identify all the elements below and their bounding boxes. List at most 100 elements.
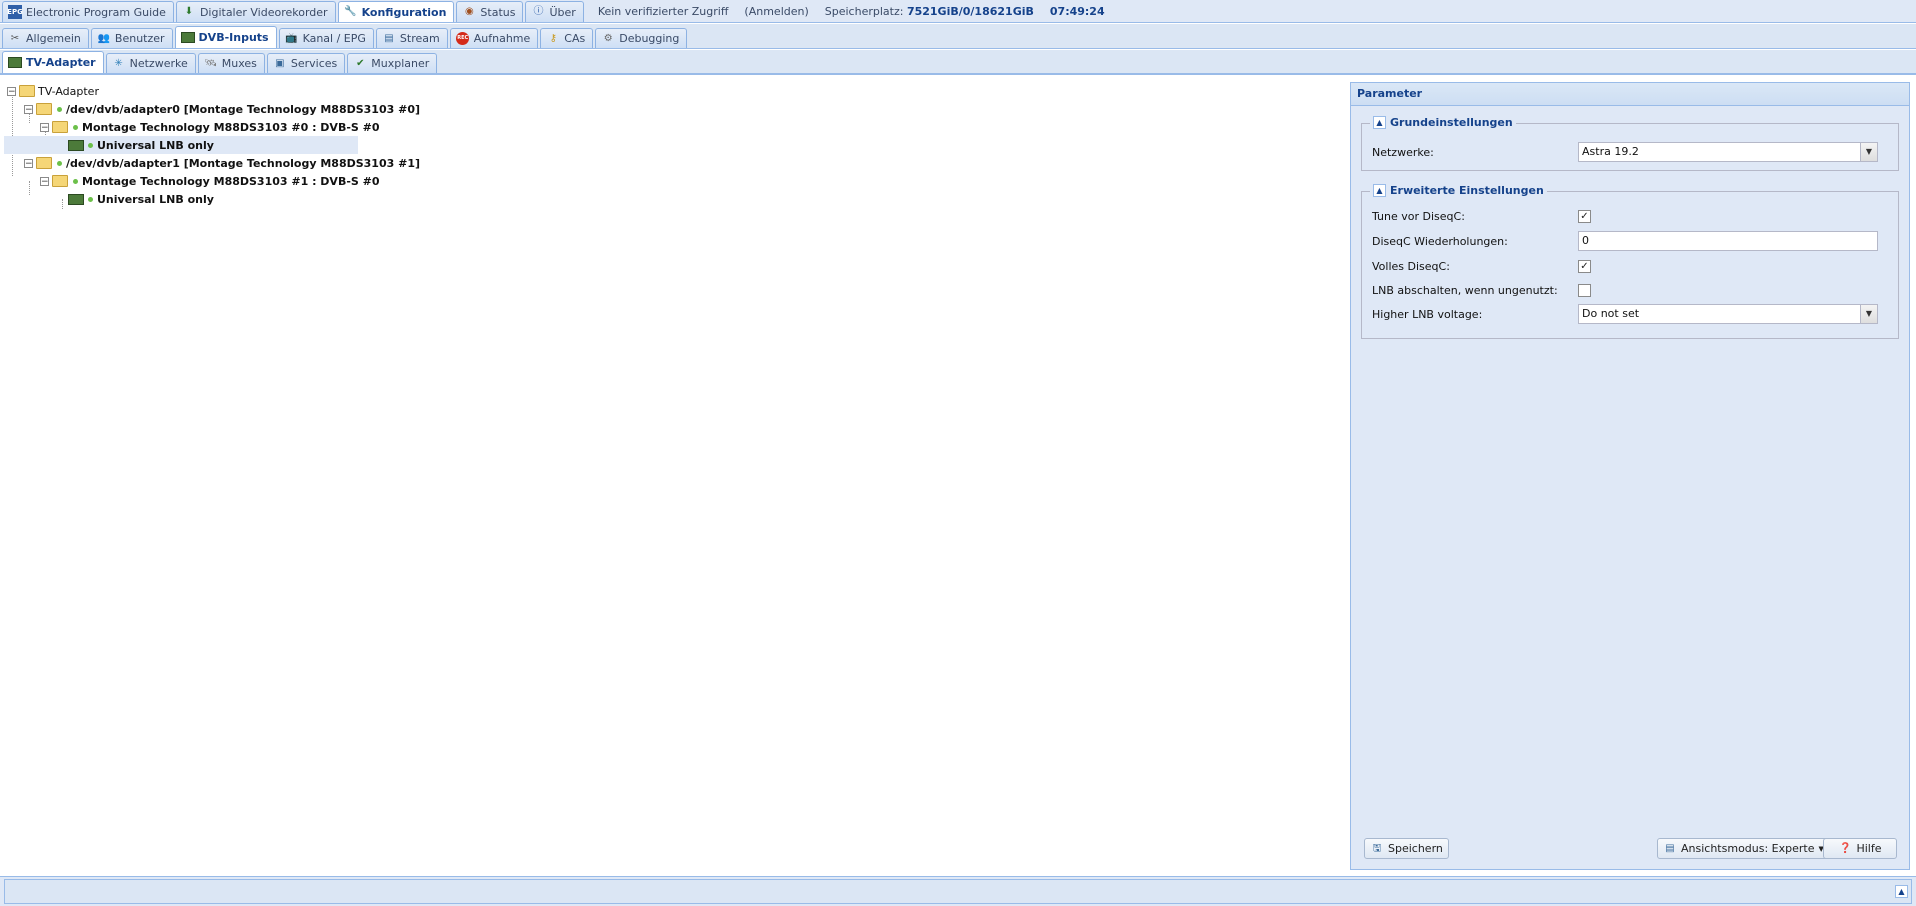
collapse-icon[interactable]: − bbox=[40, 122, 49, 132]
tree-node-lnb0[interactable]: Universal LNB only bbox=[4, 136, 358, 154]
tab-channel-epg[interactable]: 📺 Kanal / EPG bbox=[278, 28, 374, 48]
tab-label: Services bbox=[290, 57, 338, 70]
save-icon: 🖫 bbox=[1372, 842, 1382, 854]
tab-label: Über bbox=[549, 5, 576, 19]
collapse-icon[interactable]: − bbox=[24, 158, 33, 168]
node-label: TV-Adapter bbox=[38, 84, 99, 98]
tab-label: Electronic Program Guide bbox=[26, 5, 166, 19]
eye-icon: ◉ bbox=[465, 6, 474, 17]
login-link[interactable]: (Anmelden) bbox=[744, 5, 808, 18]
tab-label: Allgemein bbox=[26, 32, 81, 45]
collapse-icon[interactable]: − bbox=[40, 176, 49, 186]
status-dot-icon bbox=[73, 124, 78, 130]
collapse-up-icon[interactable]: ▲ bbox=[1373, 116, 1386, 129]
tab-tv-adapter[interactable]: TV-Adapter bbox=[2, 51, 104, 73]
node-label: Montage Technology M88DS3103 #1 : DVB-S … bbox=[82, 174, 380, 188]
tree-connector bbox=[12, 91, 13, 176]
tab-dvr[interactable]: ⬇ Digitaler Videorekorder bbox=[175, 1, 336, 22]
tab-debugging[interactable]: ⚙ Debugging bbox=[595, 28, 688, 48]
tab-label: Konfiguration bbox=[361, 5, 447, 19]
expand-up-icon[interactable]: ▲ bbox=[1895, 885, 1908, 898]
node-label: /dev/dvb/adapter1 [Montage Technology M8… bbox=[66, 156, 420, 170]
folder-icon bbox=[52, 175, 68, 187]
tune-before-diseqc-checkbox[interactable]: ✓ bbox=[1578, 209, 1591, 223]
tab-label: Debugging bbox=[619, 32, 680, 45]
bottom-log-bar: ▲ bbox=[0, 876, 1916, 906]
collapse-up-icon[interactable]: ▲ bbox=[1373, 184, 1386, 197]
tv-card-icon bbox=[8, 56, 22, 70]
satellite-icon: 🛰 bbox=[204, 57, 218, 69]
tree-connector bbox=[29, 181, 30, 195]
access-status: Kein verifizierter Zugriff bbox=[597, 4, 729, 18]
chevron-down-icon[interactable]: ▼ bbox=[1860, 143, 1877, 161]
status-dot-icon bbox=[57, 106, 62, 112]
tv-icon: 📺 bbox=[285, 32, 298, 44]
panel-title: Parameter bbox=[1351, 83, 1909, 106]
tuner-card-icon bbox=[68, 139, 84, 151]
collapse-icon[interactable]: − bbox=[24, 104, 33, 114]
lnb-poweroff-row: LNB abschalten, wenn ungenutzt: bbox=[1372, 280, 1591, 300]
tab-cas[interactable]: ⚷ CAs bbox=[540, 28, 594, 48]
tab-label: Status bbox=[480, 5, 516, 19]
status-area: Kein verifizierter Zugriff (Anmelden) Sp… bbox=[598, 0, 1105, 22]
tab-networks[interactable]: ✳ Netzwerke bbox=[105, 53, 196, 73]
tab-dvb-inputs[interactable]: DVB-Inputs bbox=[174, 26, 277, 48]
folder-icon bbox=[36, 103, 52, 115]
config-tab-bar: ✂ Allgemein 👥 Benutzer DVB-Inputs 📺 Kana… bbox=[0, 24, 1916, 49]
tab-stream[interactable]: ▤ Stream bbox=[375, 28, 448, 48]
tuner-card-icon bbox=[68, 193, 84, 205]
networks-select[interactable]: Astra 19.2 ▼ bbox=[1578, 142, 1878, 162]
advanced-settings-fieldset: ▲ Erweiterte Einstellungen Tune vor Dise… bbox=[1361, 184, 1899, 339]
tab-label: Muxplaner bbox=[371, 57, 430, 70]
tab-about[interactable]: ⓘ Über bbox=[525, 1, 584, 22]
networks-value: Astra 19.2 bbox=[1582, 145, 1639, 158]
tab-recording[interactable]: REC Aufnahme bbox=[449, 28, 539, 48]
info-icon: ⓘ bbox=[533, 6, 544, 17]
tab-muxes[interactable]: 🛰 Muxes bbox=[197, 53, 265, 73]
help-icon: ❓ bbox=[1839, 842, 1852, 854]
users-icon: 👥 bbox=[97, 32, 111, 44]
tab-label: Benutzer bbox=[114, 32, 165, 45]
save-label: Speichern bbox=[1388, 842, 1443, 855]
log-panel-collapsed bbox=[4, 879, 1912, 904]
tree-node-adapter0[interactable]: − /dev/dvb/adapter0 [Montage Technology … bbox=[24, 100, 420, 118]
node-label: Montage Technology M88DS3103 #0 : DVB-S … bbox=[82, 120, 380, 134]
clock: 07:49:24 bbox=[1049, 4, 1105, 18]
chevron-down-icon[interactable]: ▼ bbox=[1860, 305, 1877, 323]
tab-status[interactable]: ◉ Status bbox=[456, 1, 524, 22]
rec-icon: REC bbox=[456, 32, 470, 46]
diseqc-repeats-field[interactable]: 0 bbox=[1578, 231, 1878, 251]
tab-muxplaner[interactable]: ✔ Muxplaner bbox=[347, 53, 438, 73]
full-diseqc-label: Volles DiseqC: bbox=[1372, 259, 1450, 273]
view-mode-button[interactable]: ▤ Ansichtsmodus: Experte ▼ bbox=[1657, 838, 1830, 859]
antenna-icon: ✳ bbox=[114, 57, 123, 69]
tree-node-lnb1[interactable]: Universal LNB only bbox=[68, 190, 214, 208]
tree-node-adapter1[interactable]: − /dev/dvb/adapter1 [Montage Technology … bbox=[24, 154, 420, 172]
tree-node-frontend1[interactable]: − Montage Technology M88DS3103 #1 : DVB-… bbox=[40, 172, 380, 190]
basic-settings-legend: ▲ Grundeinstellungen bbox=[1370, 116, 1516, 129]
tree-node-root[interactable]: − TV-Adapter bbox=[7, 82, 99, 100]
tab-services[interactable]: ▣ Services bbox=[266, 53, 346, 73]
download-icon: ⬇ bbox=[184, 6, 194, 17]
tab-configuration[interactable]: 🔧 Konfiguration bbox=[337, 1, 455, 22]
diseqc-repeats-label: DiseqC Wiederholungen: bbox=[1372, 234, 1508, 248]
full-diseqc-checkbox[interactable]: ✓ bbox=[1578, 259, 1591, 273]
storage-info: Speicherplatz: 7521GiB/0/18621GiB bbox=[825, 5, 1034, 18]
tab-label: TV-Adapter bbox=[26, 56, 96, 69]
tab-users[interactable]: 👥 Benutzer bbox=[90, 28, 173, 48]
wrench-icon: 🔧 bbox=[344, 6, 357, 17]
tree-node-frontend0[interactable]: − Montage Technology M88DS3103 #0 : DVB-… bbox=[40, 118, 380, 136]
tab-general[interactable]: ✂ Allgemein bbox=[2, 28, 89, 48]
tab-label: CAs bbox=[564, 32, 586, 45]
lnb-poweroff-checkbox[interactable] bbox=[1578, 283, 1591, 297]
collapse-icon[interactable]: − bbox=[7, 86, 16, 96]
tab-label: Aufnahme bbox=[473, 32, 531, 45]
higher-voltage-select[interactable]: Do not set ▼ bbox=[1578, 304, 1878, 324]
tab-epg[interactable]: EPG Electronic Program Guide bbox=[2, 1, 174, 22]
folder-icon bbox=[52, 121, 68, 133]
legend-label: Grundeinstellungen bbox=[1390, 116, 1513, 129]
higher-voltage-value: Do not set bbox=[1582, 307, 1640, 320]
tab-label: Netzwerke bbox=[129, 57, 188, 70]
save-button[interactable]: 🖫 Speichern bbox=[1364, 838, 1449, 859]
help-button[interactable]: ❓ Hilfe bbox=[1823, 838, 1897, 859]
